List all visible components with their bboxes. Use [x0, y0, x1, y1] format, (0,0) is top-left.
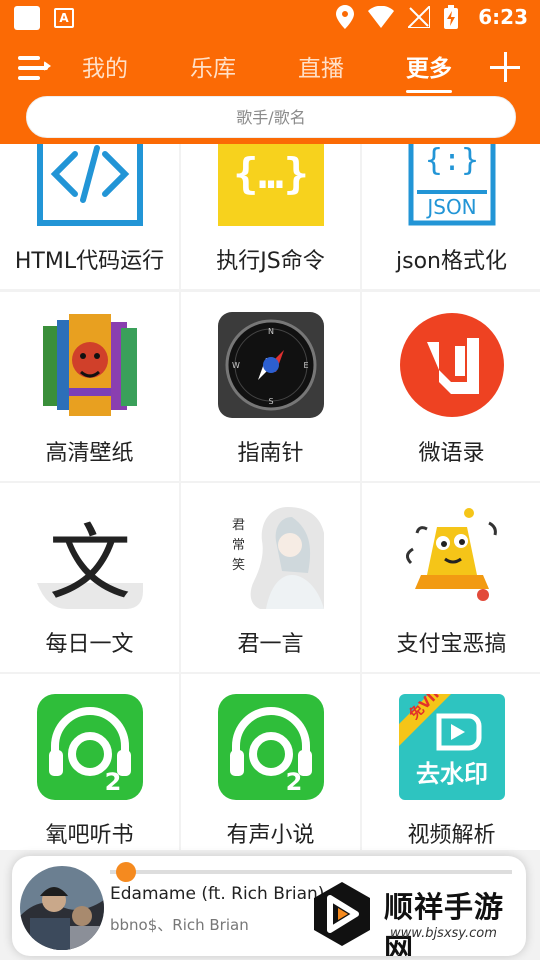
- tab-more[interactable]: 更多: [406, 49, 452, 93]
- svg-text:去水印: 去水印: [416, 760, 488, 788]
- grid-item-label: json格式化: [396, 249, 507, 274]
- grid-item-label: 高清壁纸: [45, 441, 134, 466]
- grid-item-wallpaper[interactable]: 高清壁纸: [0, 292, 179, 481]
- grid-item-daily-article[interactable]: 文 每日一文: [0, 483, 179, 672]
- progress-knob[interactable]: [116, 862, 137, 882]
- battery-charging-icon: [444, 5, 459, 29]
- grid-item-yangba-audiobook[interactable]: 2 氧吧听书: [0, 674, 179, 850]
- grid-item-label: 执行JS命令: [216, 249, 325, 274]
- site-watermark: 顺祥手游网 www.bjsxsy.com: [304, 874, 518, 956]
- grid-item-label: 有声小说: [226, 823, 315, 848]
- svg-text:W: W: [232, 361, 240, 370]
- quotes-icon: [400, 313, 504, 417]
- grid-item-label: 支付宝恶搞: [396, 632, 507, 657]
- svg-text:2: 2: [105, 768, 122, 796]
- grid-item-run-js[interactable]: {…} 执行JS命令: [181, 144, 360, 289]
- menu-icon[interactable]: [18, 54, 52, 84]
- grid-item-jun-yi-yan[interactable]: 君 常 笑 君一言: [181, 483, 360, 672]
- wen-character-icon: 文: [37, 516, 143, 609]
- svg-text:2: 2: [286, 768, 303, 796]
- watermark-logo: [314, 882, 370, 946]
- grid-item-quotes[interactable]: 微语录: [362, 292, 540, 481]
- bell-icon: [406, 508, 497, 601]
- grid-item-json-format[interactable]: {:} JSON json格式化: [362, 144, 540, 289]
- grid-item-label: HTML代码运行: [14, 249, 165, 274]
- json-file-icon: {:} JSON: [408, 144, 496, 226]
- wifi-icon: [368, 6, 395, 28]
- svg-text:JSON: JSON: [425, 195, 476, 219]
- watermark-name: 顺祥手游网: [384, 890, 505, 956]
- grid-item-label: 微语录: [418, 441, 485, 466]
- svg-text:N: N: [268, 327, 274, 336]
- tab-mine[interactable]: 我的: [82, 49, 128, 83]
- grid-item-alipay-prank[interactable]: 支付宝恶搞: [362, 483, 540, 672]
- no-signal-icon: [408, 6, 431, 28]
- svg-text:笑: 笑: [232, 557, 245, 573]
- status-time: 6:23: [478, 5, 528, 29]
- tab-live[interactable]: 直播: [298, 49, 344, 83]
- mini-player[interactable]: Edamame (ft. Rich Brian) bbno$、Rich Bria…: [12, 856, 526, 956]
- video-parse-icon: 免VIP 去水印: [399, 694, 505, 800]
- svg-text:S: S: [268, 397, 273, 406]
- artist-name: bbno$、Rich Brian: [110, 916, 249, 934]
- notification-app-icon: [14, 6, 40, 30]
- grid-item-html-runner[interactable]: HTML代码运行: [0, 144, 179, 289]
- html-code-icon: [37, 144, 143, 226]
- search-input[interactable]: 歌手/歌名: [26, 96, 516, 138]
- tools-grid: HTML代码运行 {…} 执行JS命令 {:} JSON json格式化 高清壁…: [0, 144, 540, 850]
- svg-text:E: E: [303, 361, 308, 370]
- headphones-o2-icon: 2: [37, 694, 143, 800]
- grid-item-audio-novel[interactable]: 2 有声小说: [181, 674, 360, 850]
- wallpaper-icon: [43, 314, 137, 416]
- add-icon[interactable]: [490, 52, 522, 84]
- grid-item-label: 君一言: [237, 632, 304, 657]
- tab-library[interactable]: 乐库: [190, 49, 236, 83]
- app-bar: 我的 乐库 直播 更多 歌手/歌名: [0, 36, 540, 144]
- grid-item-label: 视频解析: [407, 823, 496, 848]
- location-icon: [336, 5, 355, 29]
- grid-item-video-parse[interactable]: 免VIP 去水印 视频解析: [362, 674, 540, 850]
- grid-item-compass[interactable]: N S W E 指南针: [181, 292, 360, 481]
- grid-item-label: 每日一文: [45, 632, 134, 657]
- grid-item-label: 氧吧听书: [45, 823, 134, 848]
- svg-text:君: 君: [232, 518, 245, 533]
- portrait-icon: 君 常 笑: [232, 507, 324, 609]
- svg-text:常: 常: [232, 538, 245, 553]
- svg-text:{:}: {:}: [425, 144, 479, 178]
- song-title: Edamame (ft. Rich Brian): [110, 884, 325, 904]
- headphones-o2-icon: 2: [218, 694, 324, 800]
- app-root: A 6:23 我的 乐库 直播 更多 歌手/歌名 HTML代码运行 {…} 执行…: [0, 0, 540, 960]
- svg-text:{…}: {…}: [233, 149, 309, 198]
- grid-item-label: 指南针: [237, 441, 304, 466]
- js-braces-icon: {…}: [218, 144, 324, 226]
- svg-text:文: 文: [49, 516, 131, 609]
- a-app-icon: A: [54, 8, 74, 28]
- album-cover[interactable]: [20, 866, 104, 950]
- compass-icon: N S W E: [218, 312, 324, 418]
- watermark-url: www.bjsxsy.com: [390, 926, 497, 941]
- status-bar: A 6:23: [0, 0, 540, 36]
